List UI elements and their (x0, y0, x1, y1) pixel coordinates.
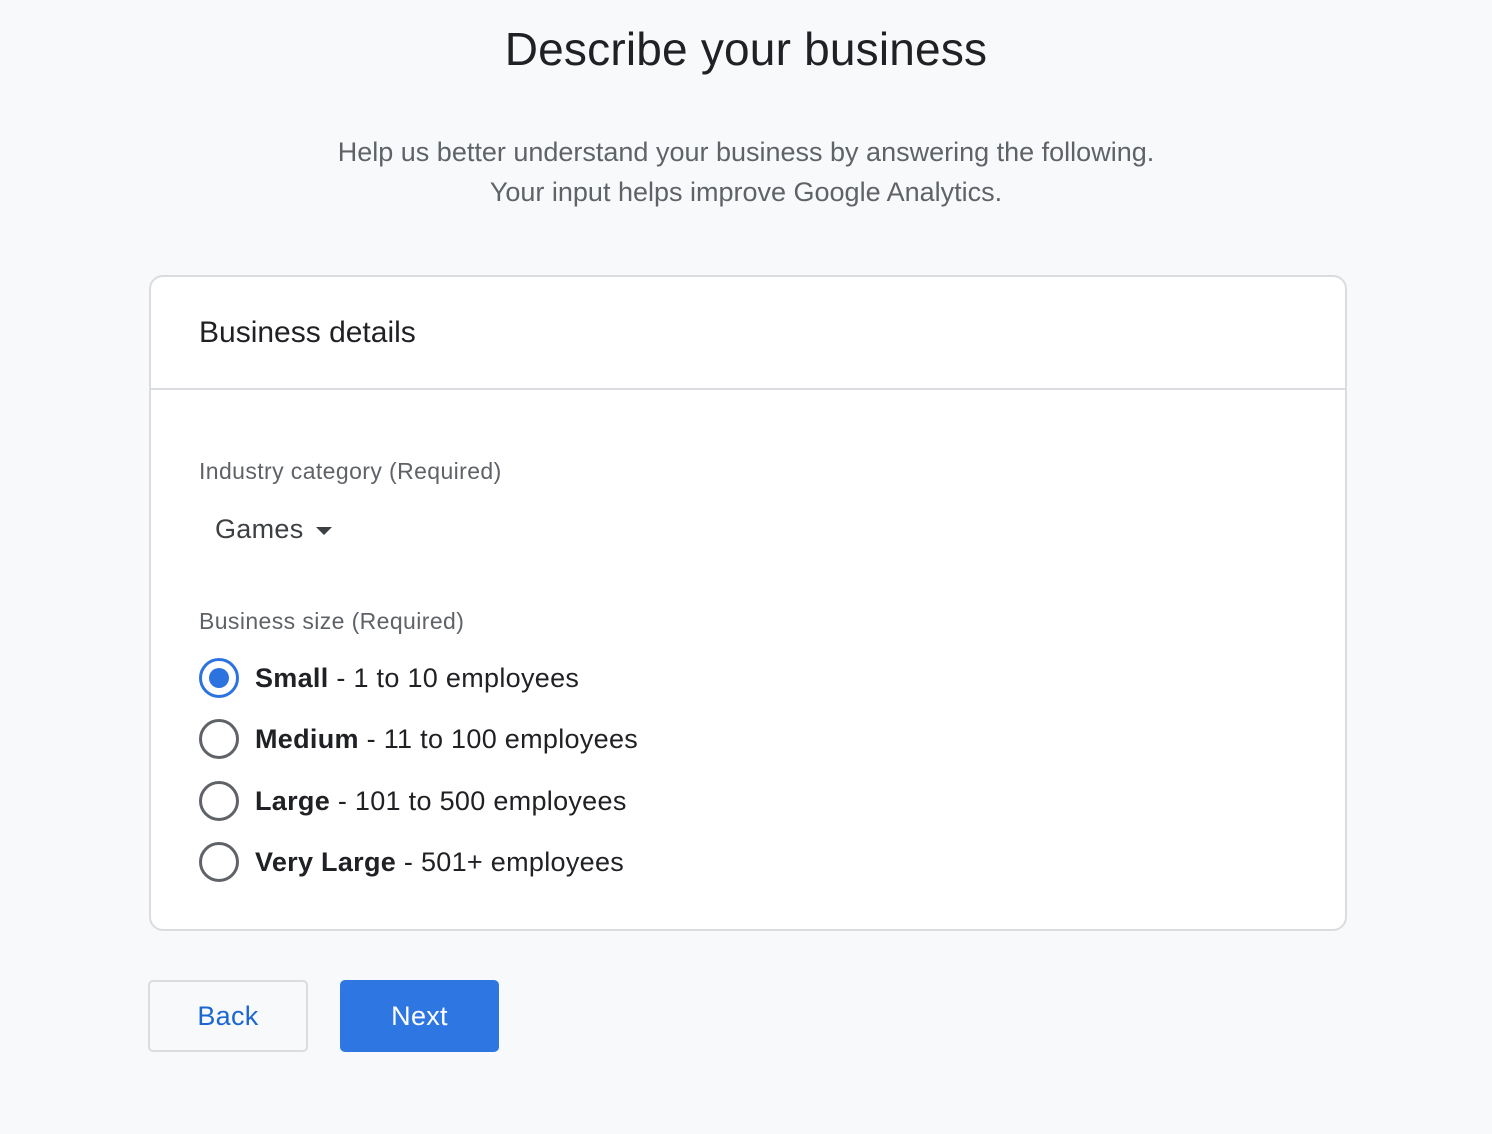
industry-category-value: Games (215, 514, 304, 544)
page: Describe your business Help us better un… (0, 0, 1492, 1134)
back-button[interactable]: Back (148, 980, 308, 1052)
radio-option-small[interactable]: Small - 1 to 10 employees (199, 658, 579, 698)
radio-option-medium[interactable]: Medium - 11 to 100 employees (199, 719, 638, 759)
radio-unchecked-icon[interactable] (199, 781, 239, 821)
caret-down-icon (315, 526, 332, 535)
radio-detail-medium: - 11 to 100 employees (358, 723, 639, 754)
business-details-card: Business details Industry category (Requ… (149, 275, 1347, 931)
radio-checked-icon[interactable] (199, 658, 239, 698)
radio-label-very-large: Very Large - 501+ employees (255, 847, 624, 878)
page-subtitle: Help us better understand your business … (0, 132, 1492, 212)
subtitle-line-1: Help us better understand your business … (337, 137, 1155, 167)
radio-unchecked-icon[interactable] (199, 719, 239, 759)
radio-option-very-large[interactable]: Very Large - 501+ employees (199, 842, 624, 882)
industry-category-dropdown[interactable]: Games (215, 514, 332, 545)
radio-name-small: Small (255, 662, 329, 693)
radio-option-large[interactable]: Large - 101 to 500 employees (199, 781, 627, 821)
radio-detail-large: - 101 to 500 employees (330, 785, 627, 816)
page-title: Describe your business (504, 23, 988, 75)
business-size-label: Business size (Required) (199, 608, 465, 634)
industry-category-label: Industry category (Required) (199, 458, 502, 484)
radio-unchecked-icon[interactable] (199, 842, 239, 882)
radio-detail-very-large: - 501+ employees (396, 846, 625, 877)
radio-dot (209, 668, 229, 688)
radio-label-small: Small - 1 to 10 employees (255, 663, 579, 694)
radio-label-medium: Medium - 11 to 100 employees (255, 724, 638, 755)
next-button[interactable]: Next (340, 980, 499, 1052)
radio-name-large: Large (255, 785, 331, 816)
radio-name-medium: Medium (255, 723, 359, 754)
card-header: Business details (151, 277, 1345, 390)
card-title: Business details (199, 315, 416, 349)
radio-name-very-large: Very Large (255, 846, 397, 877)
radio-detail-small: - 1 to 10 employees (328, 662, 580, 693)
radio-label-large: Large - 101 to 500 employees (255, 786, 627, 817)
subtitle-line-2: Your input helps improve Google Analytic… (489, 177, 1003, 207)
